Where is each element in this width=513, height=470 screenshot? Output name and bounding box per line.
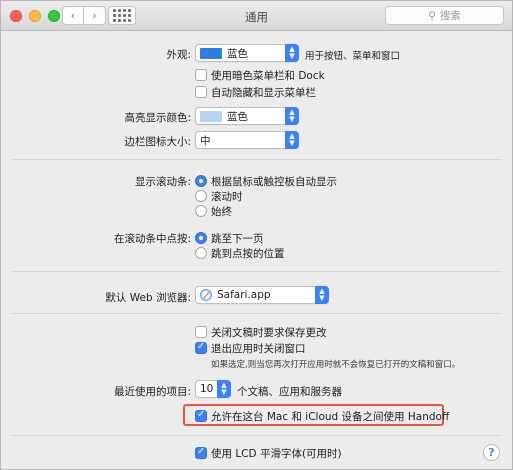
scrollbars-auto-radio[interactable] — [195, 175, 207, 187]
recent-items-label: 最近使用的项目: — [113, 386, 191, 398]
handoff-checkbox[interactable] — [195, 409, 207, 422]
separator — [11, 159, 502, 160]
scrollbars-when-scrolling-label: 滚动时 — [211, 191, 243, 203]
lcd-smoothing-checkbox[interactable] — [195, 446, 207, 459]
highlight-color-value: 蓝色 — [227, 110, 248, 123]
ask-save-checkbox[interactable] — [195, 326, 207, 338]
popup-arrows-icon: ▲ ▼ — [217, 380, 231, 398]
popup-arrows-icon: ▲ ▼ — [285, 44, 299, 62]
click-scrollbar-label: 在滚动条中点按: — [113, 233, 191, 245]
safari-icon — [200, 289, 212, 301]
auto-hide-menu-label: 自动隐藏和显示菜单栏 — [211, 87, 316, 99]
sidebar-icon-size-value: 中 — [200, 134, 211, 147]
sidebar-icon-size-popup[interactable]: 中 ▲ ▼ — [195, 131, 299, 149]
dark-menu-checkbox[interactable] — [195, 69, 207, 81]
highlight-color-label: 高亮显示颜色: — [124, 112, 191, 124]
sidebar-icon-size-label: 边栏图标大小: — [124, 136, 191, 148]
separator — [11, 271, 502, 272]
separator — [11, 435, 502, 436]
help-icon: ? — [488, 446, 495, 459]
ask-save-label: 关闭文稿时要求保存更改 — [211, 327, 327, 339]
recent-items-value: 10 — [200, 383, 214, 395]
scrollbars-when-scrolling-radio[interactable] — [195, 190, 207, 202]
popup-arrows-icon: ▲ ▼ — [315, 286, 329, 304]
show-scrollbars-label: 显示滚动条: — [134, 176, 191, 188]
appearance-popup[interactable]: 蓝色 ▲ ▼ — [195, 44, 299, 62]
search-field[interactable]: ⚲ 搜索 — [385, 6, 504, 25]
popup-arrows-icon: ▲ ▼ — [285, 107, 299, 125]
default-browser-label: 默认 Web 浏览器: — [105, 292, 191, 304]
highlight-swatch — [200, 110, 222, 122]
close-windows-note: 如果选定,则当您再次打开应用时就不会恢复已打开的文稿和窗口。 — [211, 360, 461, 370]
toolbar: ‹ › 通用 ⚲ 搜索 — [1, 1, 512, 31]
default-browser-value: Safari.app — [217, 289, 271, 301]
appearance-value: 蓝色 — [227, 47, 248, 60]
scrollbars-auto-label: 根据鼠标或触控板自动显示 — [211, 176, 337, 188]
dark-menu-label: 使用暗色菜单栏和 Dock — [211, 70, 325, 82]
highlight-color-popup[interactable]: 蓝色 ▲ ▼ — [195, 107, 299, 125]
handoff-label: 允许在这台 Mac 和 iCloud 设备之间使用 Handoff — [211, 411, 450, 423]
scrollbars-always-label: 始终 — [211, 206, 232, 218]
jump-to-spot-label: 跳到点按的位置 — [211, 248, 285, 260]
appearance-swatch — [200, 47, 222, 59]
search-icon: ⚲ — [428, 9, 436, 22]
default-browser-popup[interactable]: Safari.app ▲ ▼ — [195, 286, 329, 304]
recent-items-popup[interactable]: 10 ▲ ▼ — [195, 380, 231, 398]
appearance-note: 用于按钮、菜单和窗口 — [305, 51, 401, 62]
close-windows-label: 退出应用时关闭窗口 — [211, 343, 306, 355]
jump-next-page-radio[interactable] — [195, 232, 207, 244]
recent-items-suffix: 个文稿、应用和服务器 — [237, 386, 342, 398]
close-windows-checkbox[interactable] — [195, 341, 207, 354]
jump-next-page-label: 跳至下一页 — [211, 233, 264, 245]
help-button[interactable]: ? — [483, 444, 500, 461]
preferences-window: ‹ › 通用 ⚲ 搜索 外观: 蓝色 ▲ ▼ 用于按钮、菜单和窗口 使用暗色菜单栏… — [0, 0, 513, 470]
popup-arrows-icon: ▲ ▼ — [285, 131, 299, 149]
jump-to-spot-radio[interactable] — [195, 247, 207, 259]
separator — [11, 313, 502, 314]
scrollbars-always-radio[interactable] — [195, 205, 207, 217]
appearance-label: 外观: — [166, 49, 191, 61]
search-placeholder: 搜索 — [439, 10, 461, 22]
lcd-smoothing-label: 使用 LCD 平滑字体(可用时) — [211, 448, 342, 460]
auto-hide-menu-checkbox[interactable] — [195, 86, 207, 98]
